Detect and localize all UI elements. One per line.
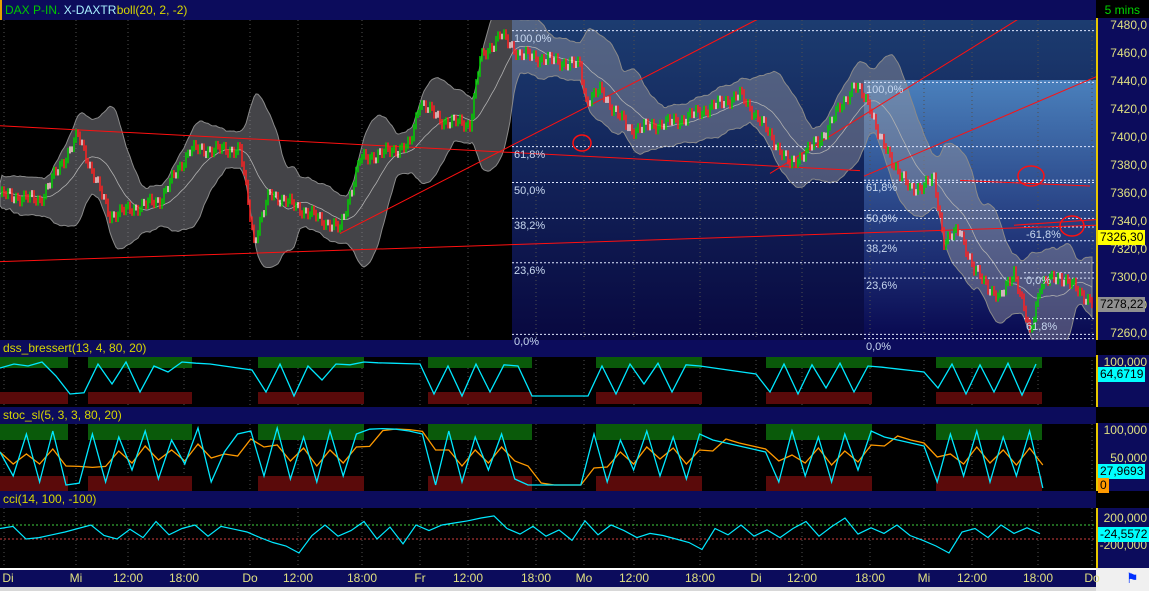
time-axis-label: Mi xyxy=(917,571,931,585)
stoc-label: stoc_sl(5, 3, 3, 80, 20) xyxy=(3,408,122,422)
time-axis-label: Di xyxy=(750,571,762,585)
time-axis-label: Mi xyxy=(69,571,83,585)
oversold-zone xyxy=(88,392,192,404)
stoc-panel-header: stoc_sl(5, 3, 3, 80, 20) xyxy=(0,407,1096,424)
fib-level-label: 100,0% xyxy=(866,84,904,97)
stoc-axis-100: 100,000 xyxy=(1103,423,1147,437)
oversold-zone xyxy=(258,392,364,404)
oversold-zone xyxy=(766,392,872,404)
price-axis[interactable]: 7480,0 7460,0 7440,0 7420,0 7400,0 7380,0 7360… xyxy=(1096,18,1149,340)
time-axis-label: 12:00 xyxy=(956,571,988,585)
interval-label[interactable]: 5 mins xyxy=(1105,0,1140,20)
dss-line xyxy=(0,360,1037,398)
dss-label: dss_bressert(13, 4, 80, 20) xyxy=(3,341,147,355)
price-axis-label: 7440,0 xyxy=(1110,74,1147,88)
oversold-zone xyxy=(766,476,872,492)
dss-current-tag: 64,6719 xyxy=(1098,367,1146,382)
fib-level-label: 23,6% xyxy=(514,264,546,277)
time-axis-label: 18:00 xyxy=(520,571,552,585)
time-axis-label: 12:00 xyxy=(282,571,314,585)
sheet-tab-strip[interactable] xyxy=(0,587,1096,591)
overbought-zone xyxy=(766,356,872,368)
flag-tool-button[interactable]: ⚑ xyxy=(1096,568,1149,591)
fib-level-label: 0,0% xyxy=(866,340,892,353)
fib-level-label: 38,2% xyxy=(514,220,546,233)
overbought-zone xyxy=(258,356,364,368)
overbought-zone xyxy=(428,424,532,440)
fib-level-label: 61,8% xyxy=(866,182,898,195)
symbol-label: X-DAXTR xyxy=(63,3,117,17)
time-axis-label: 18:00 xyxy=(168,571,200,585)
time-axis-label: Do xyxy=(242,571,258,585)
fib-level-label: 38,2% xyxy=(866,242,898,255)
fib-level-label: -61,8% xyxy=(1026,228,1061,241)
oversold-zone xyxy=(0,476,68,492)
oversold-zone xyxy=(596,392,702,404)
stoc-current-tag: 27,9693 xyxy=(1098,464,1146,479)
price-axis-label: 7380,0 xyxy=(1110,158,1147,172)
fib-level-label: 0,0% xyxy=(1026,274,1052,287)
time-axis-label: 12:00 xyxy=(452,571,484,585)
price-axis-label: 7480,0 xyxy=(1110,18,1147,32)
overbought-zone xyxy=(0,424,68,440)
time-axis-label: 12:00 xyxy=(786,571,818,585)
time-axis-label: Fr xyxy=(414,571,426,585)
time-axis-label: 18:00 xyxy=(346,571,378,585)
fib-level-label: 50,0% xyxy=(866,212,898,225)
cci-axis-200: 200,000 xyxy=(1103,511,1147,525)
fib-level-label: 50,0% xyxy=(514,184,546,197)
overbought-zone xyxy=(936,356,1042,368)
oversold-zone xyxy=(258,476,364,492)
price-axis-label: 7360,0 xyxy=(1110,186,1147,200)
time-axis-label: 12:00 xyxy=(618,571,650,585)
last-price-tag: 7326,30 xyxy=(1098,230,1146,245)
fib-level-label: 100,0% xyxy=(514,32,552,45)
overbought-zone xyxy=(596,356,702,368)
reference-price-tag: 7278,22 xyxy=(1098,297,1146,312)
overbought-zone xyxy=(88,424,192,440)
oversold-zone xyxy=(428,392,532,404)
cci-panel-header: cci(14, 100, -100) xyxy=(0,491,1096,508)
dss-panel-header: dss_bressert(13, 4, 80, 20) xyxy=(0,340,1096,357)
price-axis-label: 7340,0 xyxy=(1110,214,1147,228)
oversold-zone xyxy=(88,476,192,492)
stoc-axis-50: 50,000 xyxy=(1110,451,1147,465)
fib-level-label: 61,8% xyxy=(1026,320,1058,333)
oversold-zone xyxy=(936,392,1042,404)
time-axis-label: Di xyxy=(2,571,14,585)
stoc-signal-tag: 0 xyxy=(1098,478,1109,493)
cci-label: cci(14, 100, -100) xyxy=(3,492,97,506)
price-axis-label: 7300,0 xyxy=(1110,270,1147,284)
cci-current-tag: -24,5572 xyxy=(1098,527,1149,542)
time-axis-label: Mo xyxy=(575,571,593,585)
price-axis-label: 7400,0 xyxy=(1110,130,1147,144)
time-axis-label: 18:00 xyxy=(684,571,716,585)
study-label: boll(20, 2, -2) xyxy=(116,3,188,17)
cci-line xyxy=(0,515,1041,554)
price-axis-label: 7460,0 xyxy=(1110,46,1147,60)
price-axis-label: 7420,0 xyxy=(1110,102,1147,116)
oversold-zone xyxy=(428,476,532,492)
instrument-label: DAX P-IN. xyxy=(5,3,61,17)
time-axis-label: Do xyxy=(1084,571,1100,585)
price-axis-label: 7260,0 xyxy=(1110,326,1147,340)
fib-level-label: 23,6% xyxy=(866,280,898,293)
overbought-zone xyxy=(0,356,68,368)
oversold-zone xyxy=(0,392,68,404)
fib-level-label: 0,0% xyxy=(514,336,540,349)
price-panel-header: DAX P-IN. X-DAXTR boll(20, 2, -2) 5 mins xyxy=(0,0,1140,20)
time-axis-label: 18:00 xyxy=(854,571,886,585)
flag-icon: ⚑ xyxy=(1126,570,1139,586)
time-axis-label: 12:00 xyxy=(112,571,144,585)
time-axis-label: 18:00 xyxy=(1022,571,1054,585)
fib-level-label: 61,8% xyxy=(514,148,546,161)
